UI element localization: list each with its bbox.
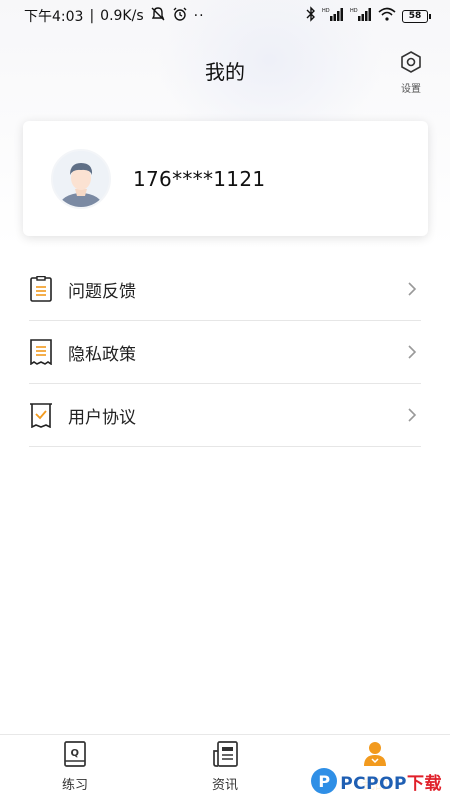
wifi-icon — [378, 7, 396, 25]
bluetooth-icon — [306, 6, 316, 26]
menu-item-label: 用户协议 — [68, 407, 136, 428]
menu-item-user-agreement[interactable]: 用户协议 — [29, 384, 421, 447]
svg-text:Q: Q — [71, 748, 80, 759]
tab-label: 练习 — [61, 778, 88, 793]
avatar[interactable] — [51, 148, 111, 209]
book-q-icon: Q — [63, 741, 87, 771]
status-left: 下午4:03 | 0.9K/s ·· — [24, 6, 205, 26]
watermark-logo: P PCPOP下载 — [307, 766, 446, 796]
settings-label: 设置 — [401, 84, 421, 95]
menu-item-feedback[interactable]: 问题反馈 — [29, 258, 421, 321]
menu-item-label: 问题反馈 — [68, 281, 136, 302]
user-phone: 176****1121 — [133, 166, 266, 191]
menu-list: 问题反馈 隐私政策 用户协议 — [29, 258, 421, 447]
receipt-icon — [29, 338, 53, 366]
tab-practice[interactable]: Q 练习 — [0, 735, 150, 800]
status-bar: 下午4:03 | 0.9K/s ·· HD HD 58 — [0, 0, 450, 32]
status-net-speed: 0.9K/s — [100, 8, 144, 24]
status-right: HD HD 58 — [306, 6, 431, 26]
watermark-brand: PCPOP — [340, 773, 407, 794]
profile-card[interactable]: 176****1121 — [23, 121, 428, 236]
battery-icon: 58 — [402, 9, 431, 23]
chevron-right-icon — [407, 280, 421, 298]
tab-label: 资讯 — [211, 778, 238, 793]
status-time: 下午4:03 — [24, 9, 84, 25]
more-notifications-icon: ·· — [193, 8, 205, 24]
svg-text:HD: HD — [322, 8, 330, 14]
clipboard-icon — [29, 275, 53, 303]
watermark-badge-icon: P — [311, 768, 338, 794]
watermark-brand-cn: 下载 — [407, 773, 442, 794]
signal-hd-1-icon: HD — [322, 7, 344, 25]
chevron-right-icon — [407, 406, 421, 424]
checklist-icon — [29, 401, 53, 429]
menu-item-label: 隐私政策 — [68, 344, 136, 365]
mute-notification-icon — [150, 6, 166, 26]
signal-hd-2-icon: HD — [350, 7, 372, 25]
alarm-icon — [172, 6, 188, 26]
status-separator: | — [89, 8, 95, 24]
watermark-text: PCPOP下载 — [340, 769, 442, 794]
news-icon — [212, 741, 238, 771]
page-title: 我的 — [205, 59, 245, 84]
settings-button[interactable]: 设置 — [396, 50, 426, 95]
page-header: 我的 — [0, 48, 450, 92]
gear-icon — [399, 50, 423, 78]
menu-item-privacy[interactable]: 隐私政策 — [29, 321, 421, 384]
svg-text:HD: HD — [350, 8, 358, 14]
tab-news[interactable]: 资讯 — [150, 735, 300, 800]
chevron-right-icon — [407, 343, 421, 361]
